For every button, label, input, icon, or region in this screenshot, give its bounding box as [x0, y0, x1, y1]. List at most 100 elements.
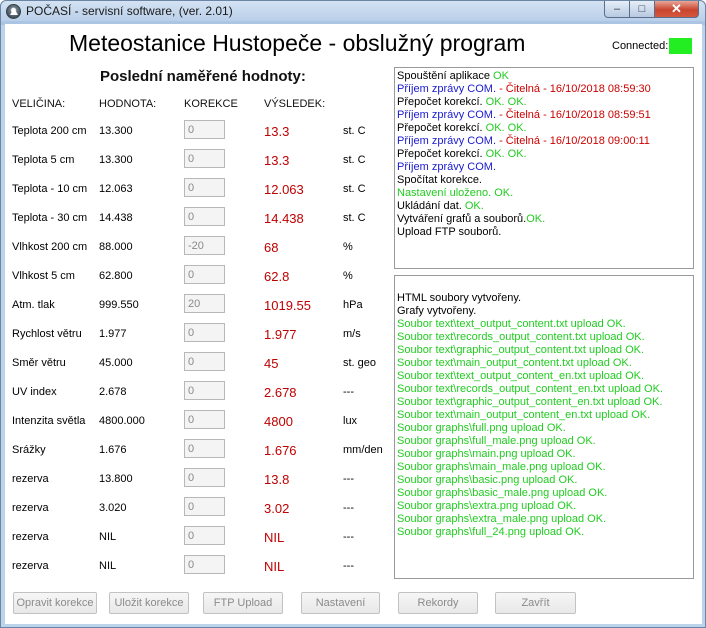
log-line: Soubor graphs\extra.png upload OK. [397, 500, 691, 513]
unit-label: mm/den [343, 444, 383, 456]
result-value: 62.8 [264, 269, 290, 284]
log-segment: - Čitelná - 16/10/2018 08:59:30 [496, 83, 651, 95]
table-row: Teplota - 30 cm 14.438 14.438 st. C [5, 207, 393, 229]
log-segment: Upload FTP souborů. [397, 226, 502, 238]
measured-value: NIL [99, 560, 117, 572]
correction-input[interactable] [184, 352, 225, 371]
result-value: 1019.55 [264, 298, 311, 313]
log-segment: Soubor text\records_output_content_en.tx… [397, 383, 664, 395]
quantity-label: rezerva [12, 531, 49, 543]
result-value: 13.8 [264, 472, 290, 487]
correction-input[interactable] [184, 468, 225, 487]
records-button[interactable]: Rekordy [398, 592, 478, 614]
measured-value: 13.300 [99, 125, 133, 137]
table-row: Vlhkost 5 cm 62.800 62.8% [5, 265, 393, 287]
save-corrections-button[interactable]: Uložit korekce [109, 592, 189, 614]
status-log[interactable]: Spouštění aplikace OK Příjem zprávy COM. … [394, 67, 694, 269]
unit-label: st. C [343, 154, 366, 166]
correction-input[interactable] [184, 439, 225, 458]
maximize-button[interactable]: □ [630, 1, 655, 18]
table-row: Směr větru 45.000 45 st. geo [5, 352, 393, 374]
result-value: 13.3 [264, 153, 290, 168]
log-segment: Příjem zprávy COM. [397, 135, 497, 147]
log-segment: Soubor graphs\basic_male.png upload OK. [397, 487, 608, 499]
column-header-correction: KOREKCE [184, 98, 238, 110]
app-icon[interactable] [6, 4, 21, 19]
result-value: 4800 [264, 414, 293, 429]
log-line: Upload FTP souborů. [397, 226, 691, 239]
quantity-label: rezerva [12, 502, 49, 514]
unit-label: m/s [343, 328, 361, 340]
log-segment: Soubor graphs\full.png upload OK. [397, 422, 566, 434]
correction-input[interactable] [184, 410, 225, 429]
unit-label: st. C [343, 212, 366, 224]
log-line: Soubor text\main_output_content.txt uplo… [397, 357, 691, 370]
log-segment: Soubor text\text_output_content_en.txt u… [397, 370, 645, 382]
fix-corrections-button[interactable]: Opravit korekce [13, 592, 97, 614]
settings-button[interactable]: Nastavení [301, 592, 380, 614]
title-bar[interactable]: POČASÍ - servisní software, (ver. 2.01) … [1, 1, 705, 21]
log-line: Soubor graphs\main.png upload OK. [397, 448, 691, 461]
unit-label: st. C [343, 125, 366, 137]
table-row: Teplota - 10 cm 12.063 12.063 st. C [5, 178, 393, 200]
log-segment: Soubor graphs\main_male.png upload OK. [397, 461, 606, 473]
correction-input[interactable] [184, 294, 225, 313]
close-button[interactable]: Zavřít [495, 592, 576, 614]
measured-value: 13.300 [99, 154, 133, 166]
log-segment: Soubor text\main_output_content_en.txt u… [397, 409, 651, 421]
correction-input[interactable] [184, 526, 225, 545]
measured-value: 999.550 [99, 299, 139, 311]
correction-input[interactable] [184, 120, 225, 139]
table-row: Teplota 5 cm 13.300 13.3 st. C [5, 149, 393, 171]
unit-label: st. geo [343, 357, 377, 369]
result-value: 1.977 [264, 327, 297, 342]
correction-input[interactable] [184, 323, 225, 342]
measured-value: 62.800 [99, 270, 133, 282]
log-line: Soubor text\records_output_content_en.tx… [397, 383, 691, 396]
log-segment: OK. OK. [485, 148, 527, 160]
unit-label: % [343, 241, 353, 253]
log-line: Vytváření grafů a souborů.OK. [397, 213, 691, 226]
correction-input[interactable] [184, 236, 225, 255]
unit-label: % [343, 270, 353, 282]
log-line: Soubor graphs\extra_male.png upload OK. [397, 513, 691, 526]
correction-input[interactable] [184, 149, 225, 168]
maximize-icon: □ [638, 3, 646, 15]
window-title: POČASÍ - servisní software, (ver. 2.01) [26, 4, 233, 18]
measured-value: 88.000 [99, 241, 133, 253]
table-row: rezerva NIL NIL --- [5, 526, 393, 548]
log-segment: Ukládání dat. [397, 200, 465, 212]
measured-value: 1.977 [99, 328, 127, 340]
client-area: Meteostanice Hustopeče - obslužný progra… [5, 24, 702, 624]
close-window-button[interactable]: ✕ [655, 1, 699, 18]
measured-value: 13.800 [99, 473, 133, 485]
correction-input[interactable] [184, 207, 225, 226]
connection-status-indicator [669, 38, 692, 54]
unit-label: --- [343, 502, 354, 514]
correction-input[interactable] [184, 381, 225, 400]
unit-label: --- [343, 531, 354, 543]
log-line: Soubor graphs\full_male.png upload OK. [397, 435, 691, 448]
minimize-icon: – [613, 3, 621, 15]
unit-label: lux [343, 415, 358, 427]
result-value: 68 [264, 240, 279, 255]
log-segment: Soubor graphs\full_male.png upload OK. [397, 435, 596, 447]
quantity-label: Směr větru [12, 357, 66, 369]
log-line: Příjem zprávy COM. [397, 161, 691, 174]
correction-input[interactable] [184, 178, 225, 197]
ftp-upload-button[interactable]: FTP Upload [203, 592, 283, 614]
correction-input[interactable] [184, 555, 225, 574]
log-segment: Příjem zprávy COM. [397, 161, 497, 173]
unit-label: hPa [343, 299, 363, 311]
window-controls: – □ ✕ [604, 1, 699, 18]
minimize-button[interactable]: – [604, 1, 630, 18]
app-window: POČASÍ - servisní software, (ver. 2.01) … [0, 0, 706, 628]
correction-input[interactable] [184, 265, 225, 284]
unit-label: --- [343, 473, 354, 485]
upload-log[interactable]: HTML soubory vytvořeny. Grafy vytvořeny. S… [394, 275, 694, 579]
result-value: 2.678 [264, 385, 297, 400]
correction-input[interactable] [184, 497, 225, 516]
log-line: Přepočet korekcí. OK. OK. [397, 96, 691, 109]
log-line: Soubor text\graphic_output_content.txt u… [397, 344, 691, 357]
quantity-label: Teplota 200 cm [12, 125, 87, 137]
